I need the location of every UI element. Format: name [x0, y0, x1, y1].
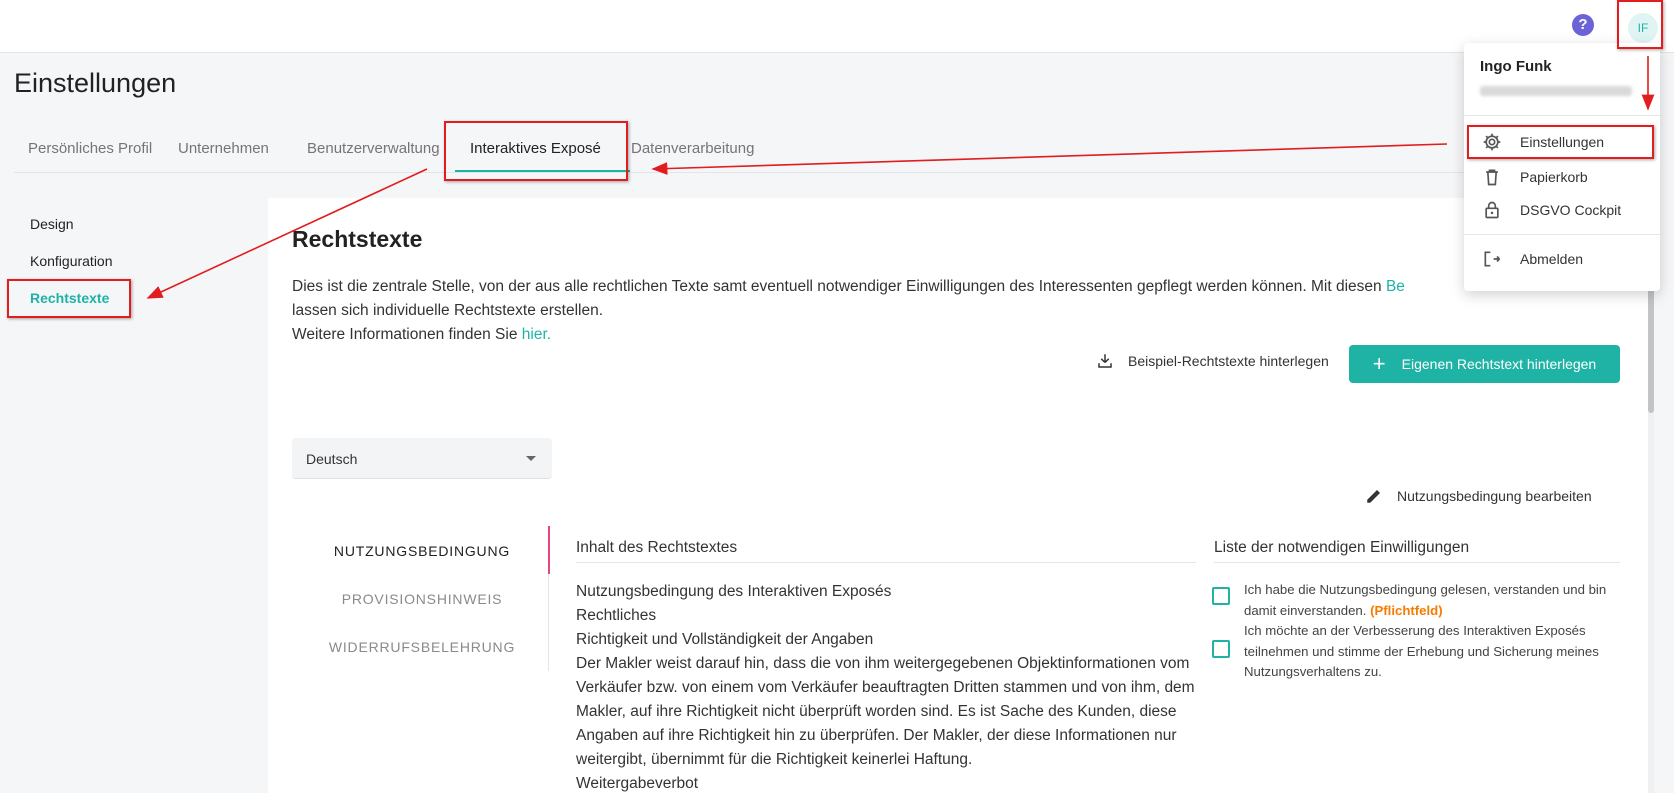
top-bar: ? IF [0, 0, 1674, 53]
language-select-value: Deutsch [306, 451, 358, 467]
edit-terms-label: Nutzungsbedingung bearbeiten [1397, 488, 1592, 504]
subnav-item-configuration[interactable]: Konfiguration [30, 253, 113, 269]
menu-item-label: Papierkorb [1520, 169, 1588, 185]
consent-checkbox[interactable] [1212, 640, 1230, 658]
lock-icon [1485, 201, 1499, 219]
active-tab-indicator [455, 170, 630, 172]
legal-text-line: Der Makler weist darauf hin, dass die vo… [576, 655, 1195, 768]
tab-interactive-expose[interactable]: Interaktives Exposé [470, 140, 601, 157]
user-menu: Ingo Funk Einstellungen Papierkorb DSGVO… [1464, 43, 1660, 291]
add-own-text-button[interactable]: + Eigenen Rechtstext hinterlegen [1349, 345, 1620, 383]
legal-text-content: Nutzungsbedingung des Interaktiven Expos… [576, 580, 1196, 793]
active-legal-tab-indicator [548, 526, 550, 574]
legal-text-line: Richtigkeit und Vollständigkeit der Anga… [576, 631, 874, 648]
user-menu-name: Ingo Funk [1480, 58, 1552, 75]
legal-text-line: Weitergabeverbot [576, 775, 699, 792]
required-badge: (Pflichtfeld) [1370, 602, 1443, 618]
section-description: Dies ist die zentrale Stelle, von der au… [292, 275, 1462, 347]
plus-icon: + [1372, 351, 1386, 376]
page-title: Einstellungen [14, 68, 177, 98]
user-menu-divider [1464, 234, 1660, 235]
tab-user-management[interactable]: Benutzerverwaltung [307, 140, 440, 157]
consents-column-title: Liste der notwendigen Einwilligungen [1214, 539, 1470, 556]
legal-tab-commission[interactable]: PROVISIONSHINWEIS [308, 591, 536, 607]
tab-company[interactable]: Unternehmen [178, 140, 269, 157]
help-icon[interactable]: ? [1572, 14, 1594, 36]
sample-texts-label: Beispiel-Rechtstexte hinterlegen [1128, 353, 1329, 369]
avatar[interactable]: IF [1628, 13, 1658, 43]
legal-text-line: Nutzungsbedingung des Interaktiven Expos… [576, 583, 892, 600]
content-column-rule [576, 562, 1196, 563]
description-text-continued: lassen sich individuelle Rechtstexte ers… [292, 302, 604, 319]
subnav-item-legal-texts[interactable]: Rechtstexte [30, 290, 109, 306]
user-menu-divider [1464, 115, 1660, 116]
legal-tab-withdrawal[interactable]: WIDERRUFSBELEHRUNG [308, 639, 536, 655]
download-icon [1098, 354, 1112, 368]
menu-item-trash[interactable]: Papierkorb [1482, 167, 1588, 187]
menu-item-settings[interactable]: Einstellungen [1482, 132, 1604, 152]
content-column-title: Inhalt des Rechtstextes [576, 539, 738, 556]
consent-item: Ich habe die Nutzungsbedingung gelesen, … [1212, 580, 1612, 621]
consent-label: Ich möchte an der Verbesserung des Inter… [1244, 623, 1599, 679]
info-text: Weitere Informationen finden Sie [292, 326, 522, 343]
tab-personal-profile[interactable]: Persönliches Profil [28, 140, 152, 157]
legal-tab-terms[interactable]: NUTZUNGSBEDINGUNG [308, 543, 536, 559]
edit-terms-button[interactable]: Nutzungsbedingung bearbeiten [1365, 487, 1592, 505]
legal-text-line: Rechtliches [576, 607, 657, 624]
pencil-icon [1367, 490, 1380, 503]
menu-item-label: Abmelden [1520, 251, 1584, 267]
consent-text: Ich habe die Nutzungsbedingung gelesen, … [1244, 580, 1612, 621]
consents-column-rule [1214, 562, 1620, 563]
sample-texts-button[interactable]: Beispiel-Rechtstexte hinterlegen [1096, 352, 1329, 370]
description-text: Dies ist die zentrale Stelle, von der au… [292, 278, 1386, 295]
menu-item-label: DSGVO Cockpit [1520, 202, 1622, 218]
logout-icon [1484, 251, 1501, 267]
gear-icon [1483, 133, 1501, 151]
settings-tabs: Persönliches Profil Unternehmen Benutzer… [14, 120, 1634, 173]
section-title: Rechtstexte [292, 226, 423, 252]
trash-icon [1486, 169, 1498, 186]
menu-item-logout[interactable]: Abmelden [1482, 249, 1583, 269]
tab-data-processing[interactable]: Datenverarbeitung [631, 140, 754, 157]
add-own-text-label: Eigenen Rechtstext hinterlegen [1401, 356, 1597, 372]
consent-checkbox[interactable] [1212, 587, 1230, 605]
menu-item-gdpr-cockpit[interactable]: DSGVO Cockpit [1482, 200, 1621, 220]
subnav-item-design[interactable]: Design [30, 216, 74, 232]
description-link[interactable]: Be [1386, 278, 1405, 295]
info-link[interactable]: hier. [522, 326, 551, 343]
language-select[interactable]: Deutsch [292, 438, 552, 479]
menu-item-label: Einstellungen [1520, 134, 1605, 150]
user-menu-email-blurred [1480, 86, 1632, 96]
chevron-down-icon [526, 456, 536, 461]
consent-item: Ich möchte an der Verbesserung des Inter… [1212, 621, 1612, 683]
